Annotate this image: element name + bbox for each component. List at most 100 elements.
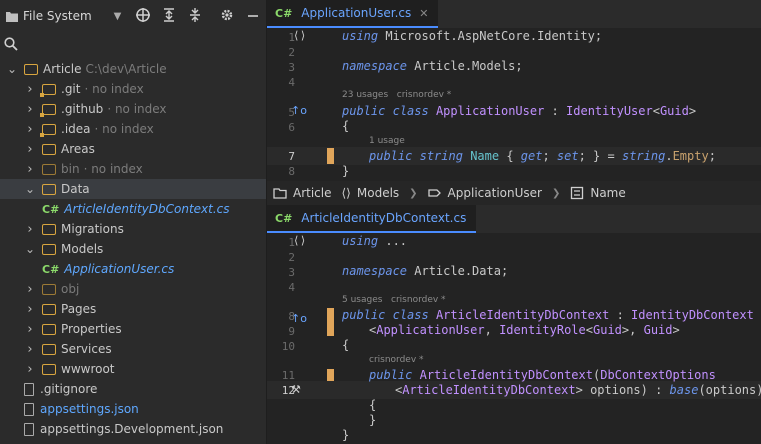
tree-item[interactable]: › .git · no index xyxy=(0,79,266,99)
expand-all-icon[interactable] xyxy=(161,7,177,23)
breadcrumb-item[interactable]: Name xyxy=(570,186,626,200)
change-marker xyxy=(327,148,334,164)
code-line[interactable]: } xyxy=(342,164,349,178)
breadcrumb-label: Models xyxy=(356,186,400,200)
code-line[interactable]: } xyxy=(369,413,376,427)
chevron-right-icon[interactable]: › xyxy=(24,342,36,357)
tree-item-label: bin xyxy=(61,162,80,176)
chevron-right-icon[interactable]: › xyxy=(24,322,36,337)
chevron-down-icon[interactable]: ⌄ xyxy=(24,242,36,256)
sidebar-title: File System xyxy=(23,9,92,23)
chevron-right-icon[interactable]: › xyxy=(24,302,36,317)
codevision-hint[interactable]: 1 usage xyxy=(369,136,405,146)
tree-item[interactable]: › Areas xyxy=(0,139,266,159)
minimize-icon[interactable] xyxy=(245,7,261,23)
tree-item[interactable]: › bin · no index xyxy=(0,159,266,179)
tree-item[interactable]: › Migrations xyxy=(0,219,266,239)
sidebar-search[interactable] xyxy=(0,32,266,56)
tree-item[interactable]: › .github · no index xyxy=(0,99,266,119)
tab-title: ApplicationUser.cs xyxy=(301,6,412,20)
tree-item[interactable]: › Properties xyxy=(0,319,266,339)
tree-item[interactable]: ⌄ Article C:\dev\Article xyxy=(0,59,266,79)
gear-icon[interactable] xyxy=(219,7,235,23)
code-line[interactable]: { xyxy=(342,338,349,352)
csharp-file-icon: C# xyxy=(42,262,60,276)
chevron-right-icon[interactable]: › xyxy=(24,142,36,157)
namespace-icon: ⟨⟩ xyxy=(341,186,351,200)
tree-item[interactable]: .gitignore xyxy=(0,379,266,399)
breadcrumb-item[interactable]: ⟨⟩ Models xyxy=(342,186,400,200)
chevron-right-icon[interactable]: › xyxy=(24,162,36,177)
code-line[interactable]: using Microsoft.AspNetCore.Identity; xyxy=(342,29,602,43)
chevron-right-icon[interactable]: › xyxy=(24,102,36,117)
tree-item[interactable]: › Pages xyxy=(0,299,266,319)
code-line[interactable]: public class ArticleIdentityDbContext : … xyxy=(342,308,754,322)
tree-item[interactable]: appsettings.Development.json xyxy=(0,419,266,439)
line-number: 3 xyxy=(288,266,295,279)
line-number: 4 xyxy=(288,281,295,294)
folder-icon xyxy=(42,223,56,235)
chevron-down-icon[interactable]: ⌄ xyxy=(6,62,18,76)
tree-item-label: .gitignore xyxy=(40,382,98,396)
code-line[interactable]: public string Name { get; set; } = strin… xyxy=(369,149,716,163)
tree-item[interactable]: › Services xyxy=(0,339,266,359)
tree-item-label: Data xyxy=(61,182,90,196)
chevron-right-icon[interactable]: › xyxy=(24,362,36,377)
code-line[interactable]: { xyxy=(342,119,349,133)
codevision-hint[interactable]: 23 usages crisnordev * xyxy=(342,90,451,100)
search-icon[interactable] xyxy=(4,37,18,51)
change-marker xyxy=(327,308,334,336)
tree-item-note: C:\dev\Article xyxy=(85,62,167,76)
tree-item[interactable]: C# ApplicationUser.cs xyxy=(0,259,266,279)
line-number: 3 xyxy=(288,61,295,74)
tree-item[interactable]: › wwwroot xyxy=(0,359,266,379)
chevron-down-icon[interactable]: ⌄ xyxy=(24,182,36,196)
chevron-down-icon[interactable]: ▼ xyxy=(114,11,122,22)
codevision-hint[interactable]: 5 usages crisnordev * xyxy=(342,295,446,305)
close-icon[interactable]: ✕ xyxy=(419,7,428,20)
code-line[interactable]: public class ApplicationUser : IdentityU… xyxy=(342,104,696,118)
tree-item-label: wwwroot xyxy=(61,362,115,376)
code-line[interactable]: <ArticleIdentityDbContext> options) : ba… xyxy=(395,383,761,397)
tree-item[interactable]: ⌄ Models xyxy=(0,239,266,259)
tree-item[interactable]: › obj xyxy=(0,279,266,299)
code-line[interactable]: using ... xyxy=(342,234,407,248)
folder-icon xyxy=(42,343,56,355)
code-line[interactable]: namespace Article.Data; xyxy=(342,264,508,278)
tree-item-note: · no index xyxy=(107,102,167,116)
using-collapsed: using ... xyxy=(342,234,408,248)
tree-item[interactable]: C# ArticleIdentityDbContext.cs xyxy=(0,199,266,219)
locate-icon[interactable] xyxy=(135,7,151,23)
code-line[interactable]: <ApplicationUser, IdentityRole<Guid>, Gu… xyxy=(369,323,680,337)
line-number: 11 xyxy=(281,369,295,382)
breadcrumb-label: Article xyxy=(293,186,332,200)
tree-item[interactable]: appsettings.json xyxy=(0,399,266,419)
line-number: 12 xyxy=(281,384,295,397)
tab-applicationuser[interactable]: C# ApplicationUser.cs ✕ xyxy=(267,0,439,28)
line-number: 1 xyxy=(288,31,295,44)
collapse-all-icon[interactable] xyxy=(187,7,203,23)
line-number: 8 xyxy=(288,310,295,323)
code-line[interactable]: public ArticleIdentityDbContext(DbContex… xyxy=(369,368,716,382)
ctor-params: <ArticleIdentityDbContext> options) : ba… xyxy=(395,383,761,397)
tree-item[interactable]: ⌄ Data xyxy=(0,179,266,199)
code-line[interactable]: { xyxy=(369,398,376,412)
editor-bottom: C# ArticleIdentityDbContext.cs ⟨⟩ ↑o ⚒ 1… xyxy=(267,205,761,444)
project-icon xyxy=(273,188,287,199)
chevron-right-icon[interactable]: › xyxy=(24,82,36,97)
code-line[interactable]: namespace Article.Models; xyxy=(342,59,523,73)
chevron-right-icon[interactable]: › xyxy=(24,282,36,297)
tab-articleidentitydbcontext[interactable]: C# ArticleIdentityDbContext.cs xyxy=(267,205,477,233)
tree-item-label: Pages xyxy=(61,302,97,316)
codevision-hint[interactable]: crisnordev * xyxy=(369,355,424,365)
code-line[interactable]: } xyxy=(342,428,349,442)
chevron-right-icon[interactable]: › xyxy=(24,122,36,137)
folder-view-icon xyxy=(6,11,18,22)
tree-item[interactable]: › .idea · no index xyxy=(0,119,266,139)
breadcrumb-item[interactable]: Article xyxy=(273,186,332,200)
breadcrumb-item[interactable]: ApplicationUser xyxy=(427,186,542,200)
editor-top: C# ApplicationUser.cs ✕ ⟨⟩ ↑o 1 2 3 4 5 … xyxy=(267,0,761,181)
chevron-right-icon[interactable]: › xyxy=(24,222,36,237)
folder-icon xyxy=(42,303,56,315)
line-number: 7 xyxy=(288,150,295,163)
